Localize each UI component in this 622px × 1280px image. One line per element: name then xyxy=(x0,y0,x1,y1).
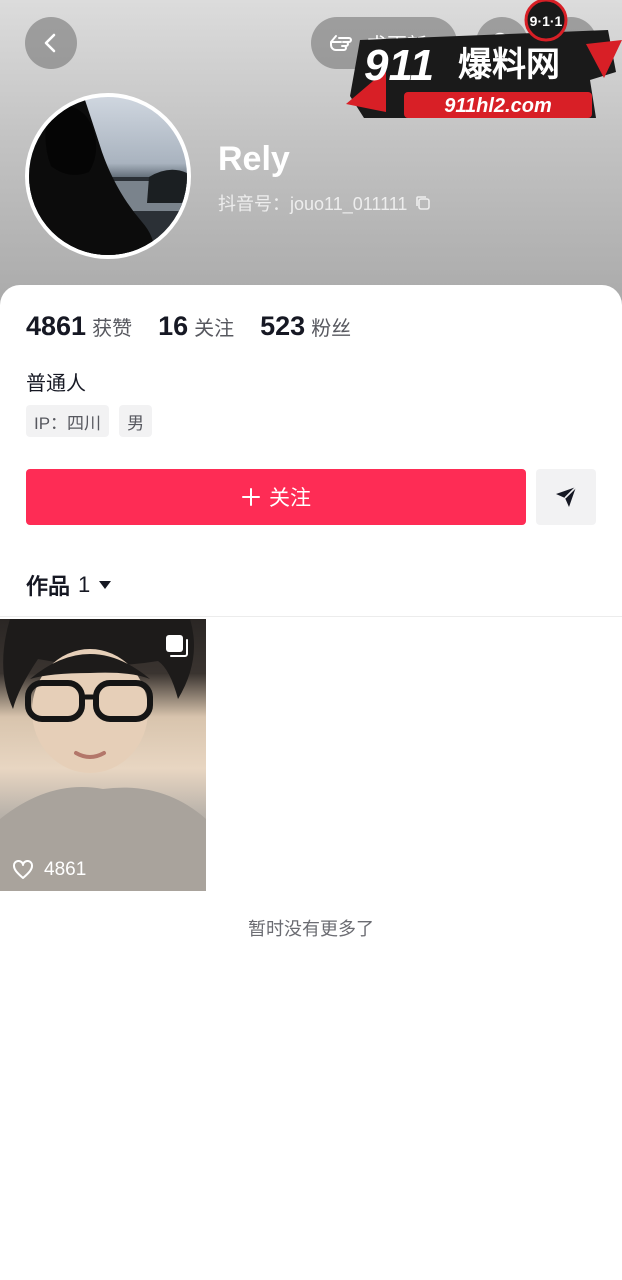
profile-card: 4861 获赞 16 关注 523 粉丝 普通人 IP：四川 男 关注 作品 1 xyxy=(0,285,622,1280)
avatar-image xyxy=(29,97,187,255)
fans-count: 523 xyxy=(260,311,306,341)
ip-tag: IP：四川 xyxy=(26,405,110,437)
douyin-id[interactable]: 抖音号：jouo11_011111 xyxy=(218,190,431,216)
back-button[interactable] xyxy=(25,17,77,69)
video-likes-count: 4861 xyxy=(44,859,87,880)
likes-count: 4861 xyxy=(26,311,87,341)
stat-following[interactable]: 16 关注 xyxy=(158,311,234,342)
follow-label: 关注 xyxy=(269,487,311,510)
douyin-id-text: 抖音号：jouo11_011111 xyxy=(218,194,408,214)
bio: 普通人 xyxy=(26,373,86,395)
send-icon xyxy=(556,486,577,507)
heart-icon xyxy=(13,860,33,879)
copy-icon[interactable] xyxy=(415,195,431,211)
fans-label: 粉丝 xyxy=(311,318,352,340)
stat-fans[interactable]: 523 粉丝 xyxy=(260,311,351,342)
multi-photo-icon xyxy=(166,635,188,657)
watermark-badge: 9·1·1 xyxy=(530,13,563,29)
watermark-domain: 911hl2.com xyxy=(444,95,551,117)
profile-tags: IP：四川 男 xyxy=(26,405,153,437)
message-button[interactable] xyxy=(536,469,596,525)
stats-row: 4861 获赞 16 关注 523 粉丝 xyxy=(26,311,351,342)
stat-likes[interactable]: 4861 获赞 xyxy=(26,311,132,342)
divider xyxy=(0,616,622,617)
watermark-number: 911 xyxy=(364,41,434,90)
works-tab-label: 作品 xyxy=(26,574,71,599)
likes-label: 获赞 xyxy=(92,318,133,340)
no-more-text: 暂时没有更多了 xyxy=(248,919,374,939)
caret-down-icon xyxy=(99,581,112,589)
back-icon xyxy=(44,33,56,53)
watermark-logo: 9·1·1 911 爆料网 911hl2.com xyxy=(346,0,622,118)
following-label: 关注 xyxy=(194,318,235,340)
video-cover-image xyxy=(0,619,206,891)
video-likes: 4861 xyxy=(12,859,86,881)
tab-works[interactable]: 作品 1 xyxy=(26,569,112,601)
video-thumbnail[interactable]: 4861 xyxy=(0,619,206,891)
plus-icon xyxy=(242,488,260,506)
works-count: 1 xyxy=(78,572,91,597)
avatar[interactable] xyxy=(25,93,191,259)
watermark-title: 爆料网 xyxy=(458,45,560,85)
follow-button[interactable]: 关注 xyxy=(26,469,526,525)
following-count: 16 xyxy=(158,311,189,341)
gender-tag: 男 xyxy=(119,405,153,437)
display-name: Rely xyxy=(218,140,290,178)
